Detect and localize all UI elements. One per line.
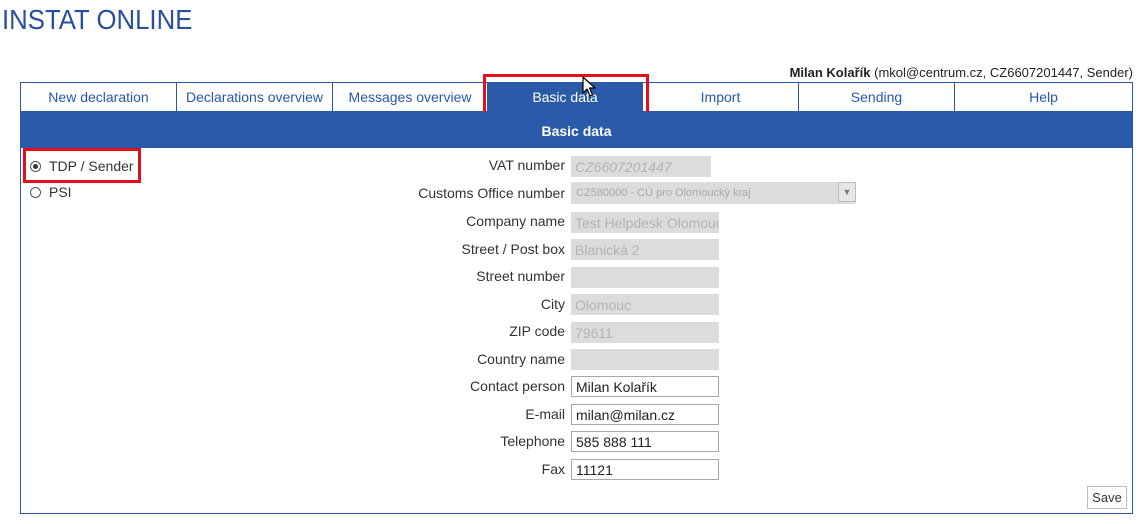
fax-label: Fax xyxy=(541,461,565,477)
customs-office-label: Customs Office number xyxy=(418,185,565,201)
user-details: (mkol@centrum.cz, CZ6607201447, Sender) xyxy=(874,65,1133,80)
user-name: Milan Kolařík xyxy=(789,65,871,80)
contact-person-input[interactable]: Milan Kolařík xyxy=(571,376,719,397)
street-field: Blanická 2 xyxy=(571,239,719,260)
role-option-psi[interactable]: PSI xyxy=(30,184,72,200)
tab-import[interactable]: Import xyxy=(643,83,799,111)
tab-sending[interactable]: Sending xyxy=(799,83,955,111)
basic-data-panel: Basic data TDP / Sender PSI VAT number C… xyxy=(20,112,1133,514)
chevron-down-icon: ▼ xyxy=(838,182,856,202)
street-label: Street / Post box xyxy=(461,241,566,257)
email-input[interactable]: milan@milan.cz xyxy=(571,404,719,425)
contact-person-label: Contact person xyxy=(470,378,565,394)
save-button[interactable]: Save xyxy=(1087,486,1127,509)
role-highlight-box xyxy=(23,148,141,183)
user-info: Milan Kolařík (mkol@centrum.cz, CZ660720… xyxy=(790,65,1133,80)
zip-field: 79611 xyxy=(571,322,719,343)
city-field: Olomouc xyxy=(571,294,719,315)
zip-label: ZIP code xyxy=(509,323,565,339)
tab-new-declaration[interactable]: New declaration xyxy=(21,83,177,111)
vat-number-field: CZ6607201447 xyxy=(571,156,711,177)
panel-header: Basic data xyxy=(21,113,1132,148)
fax-input[interactable]: 11121 xyxy=(571,459,719,480)
tab-help[interactable]: Help xyxy=(955,83,1132,111)
mouse-pointer-icon xyxy=(582,76,596,97)
customs-office-value: CZ580000 - CÚ pro Olomoucký kraj xyxy=(576,187,751,199)
email-label: E-mail xyxy=(525,406,565,422)
vat-number-label: VAT number xyxy=(488,157,565,173)
country-label: Country name xyxy=(477,351,565,367)
app-title: INSTAT ONLINE xyxy=(2,4,193,35)
city-label: City xyxy=(540,296,565,312)
telephone-label: Telephone xyxy=(500,433,565,449)
company-name-field: Test Helpdesk Olomouc xyxy=(571,212,719,233)
radio-unselected-icon[interactable] xyxy=(30,186,41,198)
tab-declarations-overview[interactable]: Declarations overview xyxy=(177,83,333,111)
tab-messages-overview[interactable]: Messages overview xyxy=(333,83,488,111)
telephone-input[interactable]: 585 888 111 xyxy=(571,431,719,452)
role-label-psi: PSI xyxy=(49,184,72,200)
customs-office-select: CZ580000 - CÚ pro Olomoucký kraj ▼ xyxy=(571,182,856,204)
company-name-label: Company name xyxy=(466,213,565,229)
street-number-field xyxy=(571,267,719,288)
country-field xyxy=(571,349,719,370)
street-number-label: Street number xyxy=(476,268,565,284)
